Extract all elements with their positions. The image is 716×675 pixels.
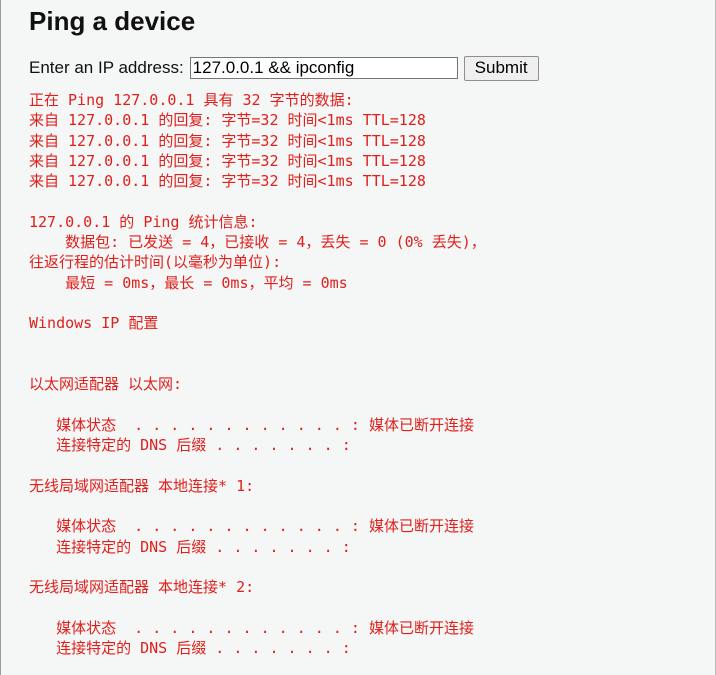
output-line: 来自 127.0.0.1 的回复: 字节=32 时间<1ms TTL=128 xyxy=(29,111,426,130)
output-line: 最短 = 0ms，最长 = 0ms，平均 = 0ms xyxy=(29,273,348,292)
output-line: 连接特定的 DNS 后缀 . . . . . . . : xyxy=(29,537,351,556)
output-line: 来自 127.0.0.1 的回复: 字节=32 时间<1ms TTL=128 xyxy=(29,172,426,191)
output-line: 127.0.0.1 的 Ping 统计信息: xyxy=(29,212,258,231)
output-line: 数据包: 已发送 = 4，已接收 = 4，丢失 = 0 (0% 丢失)， xyxy=(29,233,486,252)
command-output: 正在 Ping 127.0.0.1 具有 32 字节的数据: 来自 127.0.… xyxy=(29,90,708,658)
page-title: Ping a device xyxy=(29,6,196,36)
output-line: 媒体状态 . . . . . . . . . . . . : 媒体已断开连接 xyxy=(29,415,474,434)
output-line: 媒体状态 . . . . . . . . . . . . : 媒体已断开连接 xyxy=(29,618,474,637)
output-line: 以太网适配器 以太网: xyxy=(29,375,183,394)
submit-button[interactable]: Submit xyxy=(463,55,539,81)
output-line: 媒体状态 . . . . . . . . . . . . : 媒体已断开连接 xyxy=(29,517,474,536)
output-line: 无线局域网适配器 本地连接* 2: xyxy=(29,578,255,597)
output-line: Windows IP 配置 xyxy=(29,314,159,333)
page-content: Ping a device Enter an IP address: Submi… xyxy=(29,0,708,658)
page-left-border xyxy=(0,0,1,675)
ip-address-input[interactable] xyxy=(189,57,458,79)
output-line: 无线局域网适配器 本地连接* 1: xyxy=(29,476,255,495)
output-line: 连接特定的 DNS 后缀 . . . . . . . : xyxy=(29,436,351,455)
output-line: 来自 127.0.0.1 的回复: 字节=32 时间<1ms TTL=128 xyxy=(29,131,426,150)
ping-form: Enter an IP address: Submit xyxy=(29,55,708,81)
output-line: 正在 Ping 127.0.0.1 具有 32 字节的数据: xyxy=(29,91,354,109)
ip-address-label: Enter an IP address: xyxy=(29,58,184,77)
output-line: 连接特定的 DNS 后缀 . . . . . . . : xyxy=(29,639,351,658)
output-line: 往返行程的估计时间(以毫秒为单位): xyxy=(29,253,282,272)
output-line: 来自 127.0.0.1 的回复: 字节=32 时间<1ms TTL=128 xyxy=(29,151,426,170)
